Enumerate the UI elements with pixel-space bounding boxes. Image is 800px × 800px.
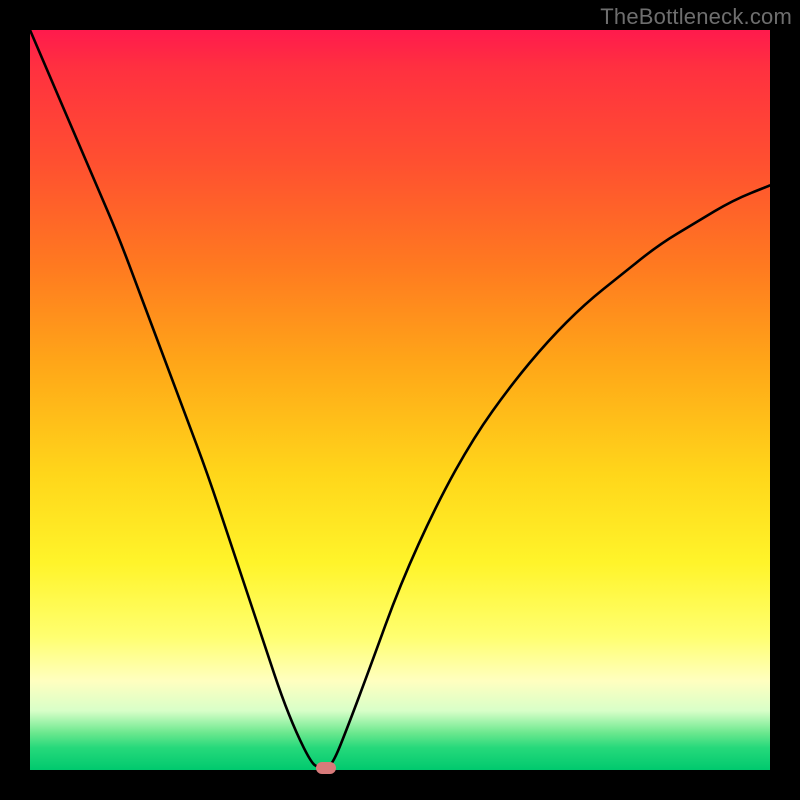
watermark-text: TheBottleneck.com xyxy=(600,4,792,30)
bottleneck-curve-path xyxy=(30,30,770,768)
chart-frame: TheBottleneck.com xyxy=(0,0,800,800)
minimum-marker xyxy=(316,762,336,774)
curve-svg xyxy=(30,30,770,770)
plot-area xyxy=(30,30,770,770)
